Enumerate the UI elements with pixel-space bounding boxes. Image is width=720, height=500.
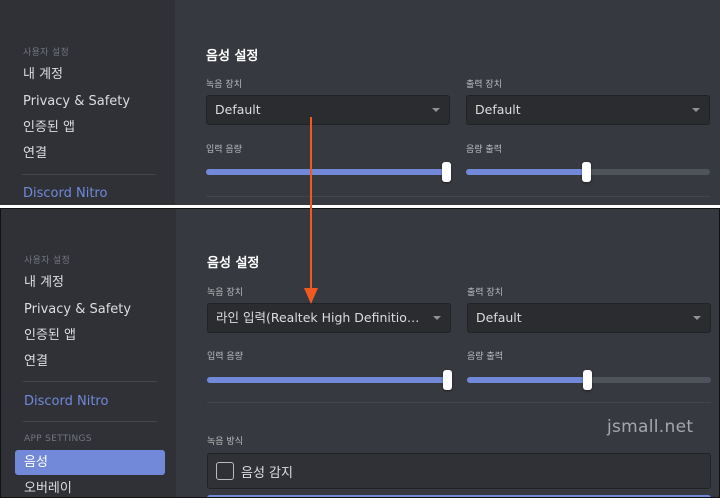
output-device-select[interactable]: Default [466, 95, 710, 125]
app-settings-header: APP SETTINGS [24, 434, 92, 444]
output-volume-label: 음량 출력 [467, 352, 503, 362]
chevron-down-icon [693, 316, 701, 320]
watermark: jsmall.net [607, 417, 694, 437]
input-mode-label: 녹음 방식 [207, 437, 243, 447]
chevron-down-icon [432, 108, 440, 112]
user-settings-header: 사용자 설정 [23, 48, 70, 58]
voice-settings-title: 음성 설정 [206, 49, 259, 64]
input-device-label: 녹음 장치 [207, 288, 243, 298]
output-device-value: Default [476, 310, 522, 325]
sidebar-divider [22, 174, 156, 175]
slider-knob[interactable] [582, 370, 592, 390]
settings-sidebar: 사용자 설정 내 계정 Privacy & Safety 인증된 앱 연결 Di… [0, 0, 175, 205]
slider-fill [206, 169, 446, 175]
sidebar-item-privacy-safety[interactable]: Privacy & Safety [15, 297, 165, 322]
chevron-down-icon [433, 316, 441, 320]
sidebar-item-authorized-apps[interactable]: 인증된 앱 [14, 115, 164, 140]
settings-panel-after: 사용자 설정 내 계정 Privacy & Safety 인증된 앱 연결 Di… [0, 208, 720, 498]
output-device-value: Default [475, 102, 521, 117]
input-device-value: Default [215, 102, 261, 117]
sidebar-item-discord-nitro[interactable]: Discord Nitro [14, 181, 164, 205]
input-device-select[interactable]: 라인 입력(Realtek High Definition Audio) [207, 303, 451, 333]
sidebar-divider [23, 421, 157, 422]
input-device-value: 라인 입력(Realtek High Definition Audio) [216, 310, 421, 325]
voice-settings-title: 음성 설정 [207, 256, 260, 271]
sidebar-item-connections[interactable]: 연결 [15, 349, 165, 374]
input-volume-label: 입력 음량 [206, 145, 242, 155]
output-device-label: 출력 장치 [467, 288, 503, 298]
slider-fill [466, 169, 586, 175]
sidebar-item-my-account[interactable]: 내 계정 [15, 270, 165, 295]
output-device-label: 출력 장치 [466, 80, 502, 90]
voice-activity-label: 음성 감지 [241, 466, 293, 481]
sidebar-item-discord-nitro[interactable]: Discord Nitro [15, 389, 165, 414]
sidebar-item-my-account[interactable]: 내 계정 [14, 62, 164, 87]
slider-fill [207, 377, 447, 383]
output-volume-label: 음량 출력 [466, 145, 502, 155]
slider-knob[interactable] [581, 162, 591, 182]
input-volume-slider[interactable] [207, 370, 452, 390]
sidebar-item-privacy-safety[interactable]: Privacy & Safety [14, 89, 164, 114]
slider-knob[interactable] [443, 370, 452, 390]
chevron-down-icon [692, 108, 700, 112]
section-divider [207, 402, 711, 403]
input-volume-label: 입력 음량 [207, 352, 243, 362]
slider-fill [467, 377, 587, 383]
output-volume-slider[interactable] [466, 162, 710, 182]
sidebar-item-connections[interactable]: 연결 [14, 141, 164, 166]
sidebar-item-voice[interactable]: 음성 [15, 450, 165, 475]
input-mode-option-voice-activity[interactable]: 음성 감지 [207, 453, 711, 489]
section-divider [206, 196, 710, 197]
settings-panel-before: 사용자 설정 내 계정 Privacy & Safety 인증된 앱 연결 Di… [0, 0, 720, 205]
sidebar-item-overlay[interactable]: 오버레이 [15, 476, 165, 497]
settings-sidebar: 사용자 설정 내 계정 Privacy & Safety 인증된 앱 연결 Di… [1, 209, 176, 497]
sidebar-divider [23, 381, 157, 382]
input-device-label: 녹음 장치 [206, 80, 242, 90]
sidebar-item-authorized-apps[interactable]: 인증된 앱 [15, 323, 165, 348]
output-volume-slider[interactable] [467, 370, 711, 390]
voice-activity-checkbox[interactable] [216, 462, 234, 480]
slider-knob[interactable] [442, 162, 451, 182]
input-device-select[interactable]: Default [206, 95, 450, 125]
user-settings-header: 사용자 설정 [24, 256, 71, 266]
push-to-talk-option[interactable] [207, 495, 711, 497]
output-device-select[interactable]: Default [467, 303, 711, 333]
input-volume-slider[interactable] [206, 162, 451, 182]
